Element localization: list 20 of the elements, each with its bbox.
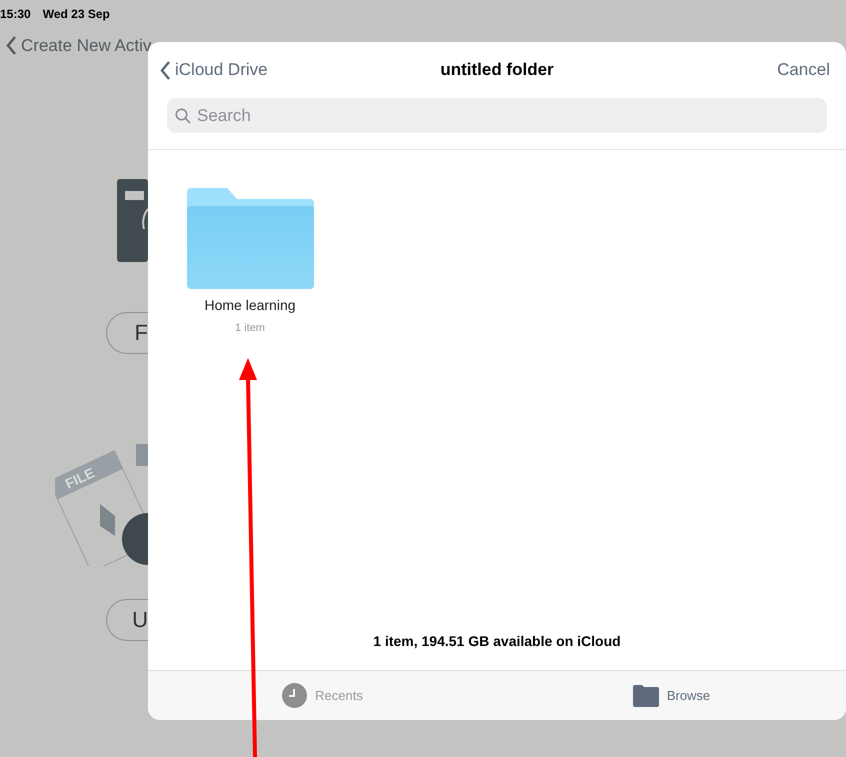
folder-name: Home learning (204, 296, 296, 315)
sheet-title: untitled folder (440, 59, 554, 82)
tab[interactable]: Browse (497, 671, 846, 720)
folder-icon (632, 684, 659, 706)
search-field[interactable]: Search (167, 98, 827, 133)
folder-icon (186, 188, 314, 289)
back-chevron-icon (160, 60, 171, 80)
back-button[interactable]: iCloud Drive (160, 57, 268, 83)
clock-icon (282, 683, 308, 708)
back-link[interactable]: Create New Activ (6, 33, 152, 58)
back-chevron-icon (6, 36, 17, 56)
camera-icon (117, 178, 148, 262)
status-time: 15:30 (0, 6, 31, 23)
folder-count: 1 item (235, 321, 265, 336)
search-icon (175, 108, 191, 124)
cancel-button[interactable]: Cancel (777, 57, 830, 83)
file-illustration: FILE (55, 444, 148, 566)
status-date: Wed 23 Sep (42, 6, 110, 23)
storage-summary: 1 item, 194.51 GB available on iCloud (373, 632, 621, 651)
folder-item[interactable]: Home learning 1 item (186, 188, 314, 631)
